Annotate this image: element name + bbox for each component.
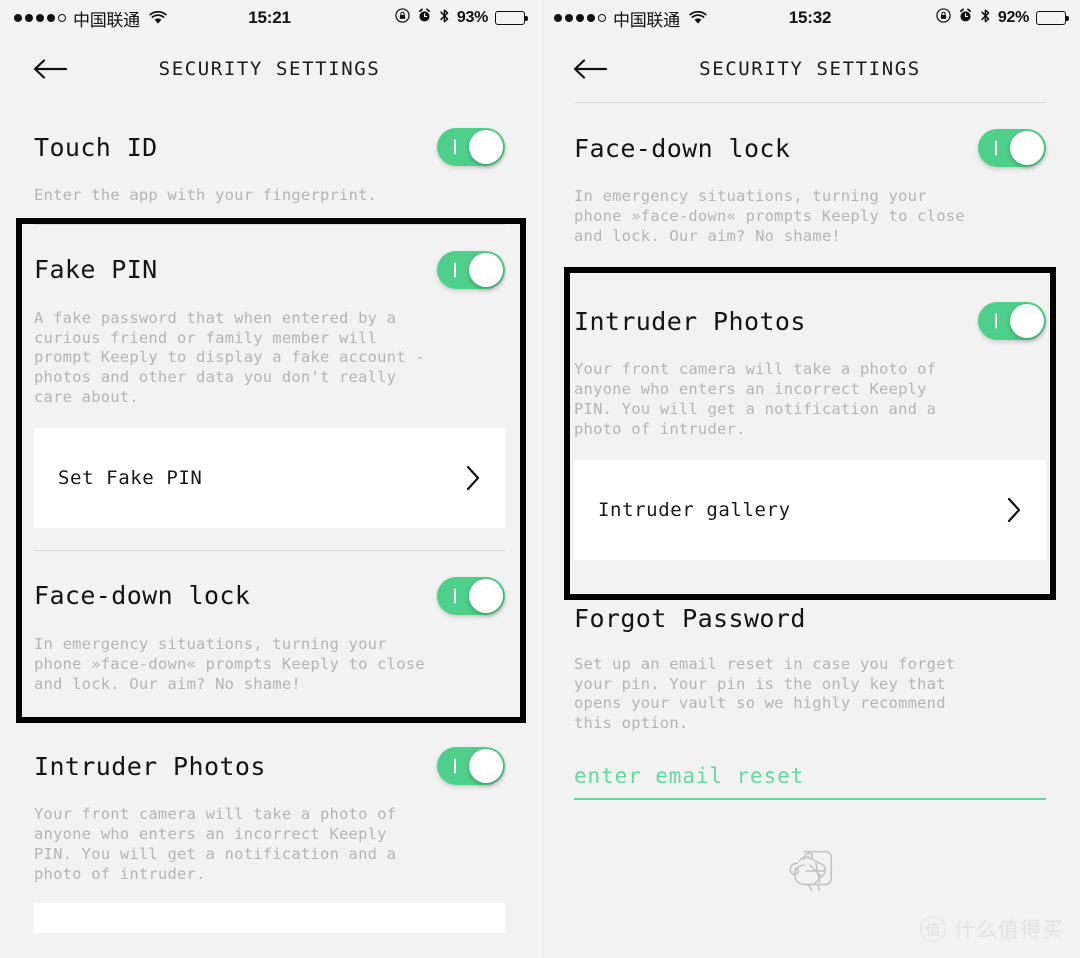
section-title: Intruder Photos bbox=[574, 306, 806, 336]
arrow-left-icon bbox=[573, 59, 608, 79]
section-header: Forgot Password bbox=[574, 604, 1046, 633]
section-title: Face-down lock bbox=[574, 133, 791, 163]
section-description: Your front camera will take a photo of a… bbox=[574, 360, 937, 438]
watermark: 值 什么值得买 bbox=[920, 914, 1064, 944]
section-description: Set up an email reset in case you forget… bbox=[574, 654, 956, 733]
section-description: Enter the app with your fingerprint. bbox=[34, 186, 378, 204]
email-reset-input[interactable] bbox=[574, 764, 1046, 801]
status-bar-clock: 15:21 bbox=[248, 8, 291, 27]
partial-card-row[interactable] bbox=[34, 902, 505, 933]
intruder-gallery-row[interactable]: Intruder gallery bbox=[574, 459, 1046, 560]
section-forgot-password: Forgot Password Set up an email reset in… bbox=[540, 564, 1080, 734]
settings-list: Touch ID Enter the app with your fingerp… bbox=[0, 102, 539, 933]
section-header: Face-down lock bbox=[34, 573, 505, 619]
toggle-touch-id[interactable] bbox=[437, 128, 505, 166]
section-title: Face-down lock bbox=[34, 581, 251, 611]
toggle-face-down-lock[interactable] bbox=[978, 129, 1046, 167]
set-fake-pin-label: Set Fake PIN bbox=[58, 466, 203, 489]
arrow-left-icon bbox=[33, 59, 68, 79]
section-touch-id: Touch ID Enter the app with your fingerp… bbox=[0, 102, 539, 224]
section-title: Intruder Photos bbox=[34, 751, 266, 781]
section-header: Touch ID bbox=[34, 124, 505, 170]
battery-icon bbox=[495, 11, 528, 25]
section-face-down-lock: Face-down lock In emergency situations, … bbox=[540, 103, 1080, 270]
app-logo bbox=[540, 840, 1080, 898]
section-header: Fake PIN bbox=[34, 247, 505, 293]
status-bar-clock: 15:32 bbox=[788, 8, 832, 27]
section-header: Face-down lock bbox=[574, 125, 1046, 171]
set-fake-pin-row[interactable]: Set Fake PIN bbox=[34, 427, 505, 528]
section-description: In emergency situations, turning your ph… bbox=[574, 187, 965, 245]
nav-bar: SECURITY SETTINGS bbox=[540, 36, 1080, 102]
chevron-right-icon bbox=[1006, 496, 1022, 524]
section-fake-pin: Fake PIN A fake password that when enter… bbox=[0, 225, 539, 532]
toggle-intruder-photos[interactable] bbox=[437, 747, 505, 786]
section-header: Intruder Photos bbox=[574, 298, 1046, 344]
section-face-down-lock: Face-down lock In emergency situations, … bbox=[0, 551, 539, 720]
settings-list: Face-down lock In emergency situations, … bbox=[540, 103, 1080, 898]
back-button[interactable] bbox=[30, 49, 70, 89]
chameleon-logo-icon bbox=[789, 850, 833, 892]
section-title: Forgot Password bbox=[574, 603, 806, 633]
page-title: SECURITY SETTINGS bbox=[699, 58, 921, 80]
right-phone-screen: 中国联通 15:32 92% SECURITY SETTINGS Face-do… bbox=[540, 0, 1080, 958]
left-phone-screen: 中国联通 15:21 93% SECURITY SETTINGS Touch I… bbox=[0, 0, 540, 958]
toggle-intruder-photos[interactable] bbox=[978, 302, 1046, 341]
toggle-face-down-lock[interactable] bbox=[437, 576, 505, 615]
section-intruder-photos: Intruder Photos Your front camera will t… bbox=[0, 721, 539, 902]
email-reset-block bbox=[540, 764, 1080, 801]
battery-icon bbox=[1036, 11, 1069, 25]
dual-screenshot-stage: 中国联通 15:21 93% SECURITY SETTINGS Touch I… bbox=[0, 0, 1080, 958]
watermark-badge: 值 bbox=[920, 916, 946, 942]
toggle-fake-pin[interactable] bbox=[437, 250, 505, 289]
section-header: Intruder Photos bbox=[34, 743, 505, 789]
status-bar: 中国联通 15:21 93% bbox=[0, 0, 539, 36]
nav-bar: SECURITY SETTINGS bbox=[0, 36, 539, 102]
section-title: Touch ID bbox=[34, 132, 158, 162]
intruder-gallery-label: Intruder gallery bbox=[598, 498, 791, 521]
section-description: Your front camera will take a photo of a… bbox=[34, 805, 397, 883]
section-description: In emergency situations, turning your ph… bbox=[34, 634, 425, 693]
section-title: Fake PIN bbox=[34, 255, 158, 285]
section-description: A fake password that when entered by a c… bbox=[34, 308, 425, 407]
status-bar: 中国联通 15:32 92% bbox=[540, 0, 1080, 36]
watermark-text: 什么值得买 bbox=[954, 918, 1064, 942]
back-button[interactable] bbox=[570, 49, 610, 89]
chevron-right-icon bbox=[465, 464, 481, 492]
section-intruder-photos: Intruder Photos Your front camera will t… bbox=[540, 270, 1080, 563]
page-title: SECURITY SETTINGS bbox=[158, 58, 381, 80]
